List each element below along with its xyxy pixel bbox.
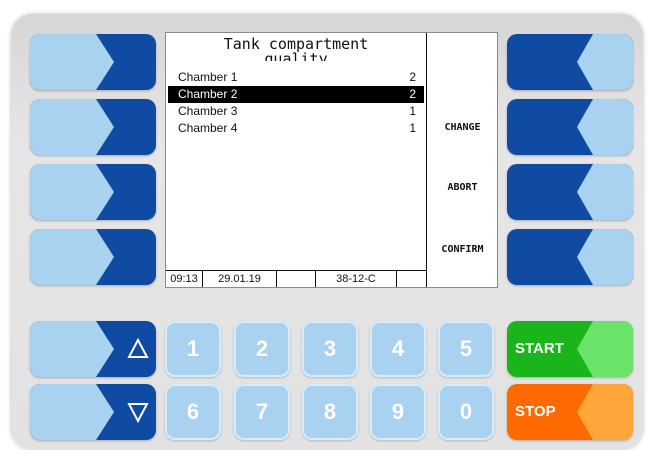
chamber-name: Chamber 2 [178,87,238,101]
status-blank [277,271,316,287]
key-9[interactable]: 9 [370,384,426,440]
chevron-right-icon [30,384,156,440]
softkey-label-abort: ABORT [447,182,478,193]
start-button[interactable]: START [507,321,633,377]
key-8[interactable]: 8 [302,384,358,440]
list-item[interactable]: Chamber 3 1 [166,103,426,120]
chamber-value: 1 [409,121,416,135]
key-4[interactable]: 4 [370,321,426,377]
key-2[interactable]: 2 [234,321,290,377]
chamber-value: 2 [409,87,416,101]
start-label: START [515,340,564,357]
chevron-right-icon [30,99,156,155]
list-item-selected[interactable]: Chamber 2 2 [168,86,424,103]
status-date: 29.01.19 [203,271,277,287]
chamber-name: Chamber 3 [178,104,238,118]
arrow-up-button[interactable] [30,321,156,377]
chamber-value: 2 [409,70,416,84]
key-7[interactable]: 7 [234,384,290,440]
softkey-label-change: CHANGE [444,122,481,133]
status-code: 38-12-C [316,271,397,287]
screen-title-line2: quality [264,50,328,61]
chamber-name: Chamber 4 [178,121,238,135]
chamber-list: Chamber 1 2 Chamber 2 2 Chamber 3 1 Cham… [166,69,426,137]
chevron-left-icon [507,164,633,220]
chevron-right-icon [30,229,156,285]
right-softkey-1[interactable] [507,34,633,90]
left-softkey-1[interactable] [30,34,156,90]
right-softkey-change[interactable] [507,99,633,155]
left-softkey-4[interactable] [30,229,156,285]
chevron-left-icon [507,99,633,155]
arrow-down-button[interactable] [30,384,156,440]
chevron-right-icon [30,321,156,377]
key-1[interactable]: 1 [165,321,221,377]
chevron-left-icon [507,229,633,285]
stop-label: STOP [515,403,556,420]
stop-button[interactable]: STOP [507,384,633,440]
list-item[interactable]: Chamber 4 1 [166,120,426,137]
right-softkey-confirm[interactable] [507,229,633,285]
chevron-right-icon [30,164,156,220]
left-softkey-3[interactable] [30,164,156,220]
key-3[interactable]: 3 [302,321,358,377]
key-5[interactable]: 5 [438,321,494,377]
key-0[interactable]: 0 [438,384,494,440]
lcd-display: Tank compartment quality Chamber 1 2 Cha… [165,32,498,288]
status-bar: 09:13 29.01.19 38-12-C [166,270,426,287]
chevron-left-icon [507,34,633,90]
list-item[interactable]: Chamber 1 2 [166,69,426,86]
status-time: 09:13 [166,271,203,287]
chamber-value: 1 [409,104,416,118]
chamber-name: Chamber 1 [178,70,238,84]
right-softkey-abort[interactable] [507,164,633,220]
left-softkey-2[interactable] [30,99,156,155]
chevron-right-icon [30,34,156,90]
key-6[interactable]: 6 [165,384,221,440]
softkey-label-confirm: CONFIRM [441,244,484,255]
lcd-main-area: Tank compartment quality Chamber 1 2 Cha… [166,33,427,287]
